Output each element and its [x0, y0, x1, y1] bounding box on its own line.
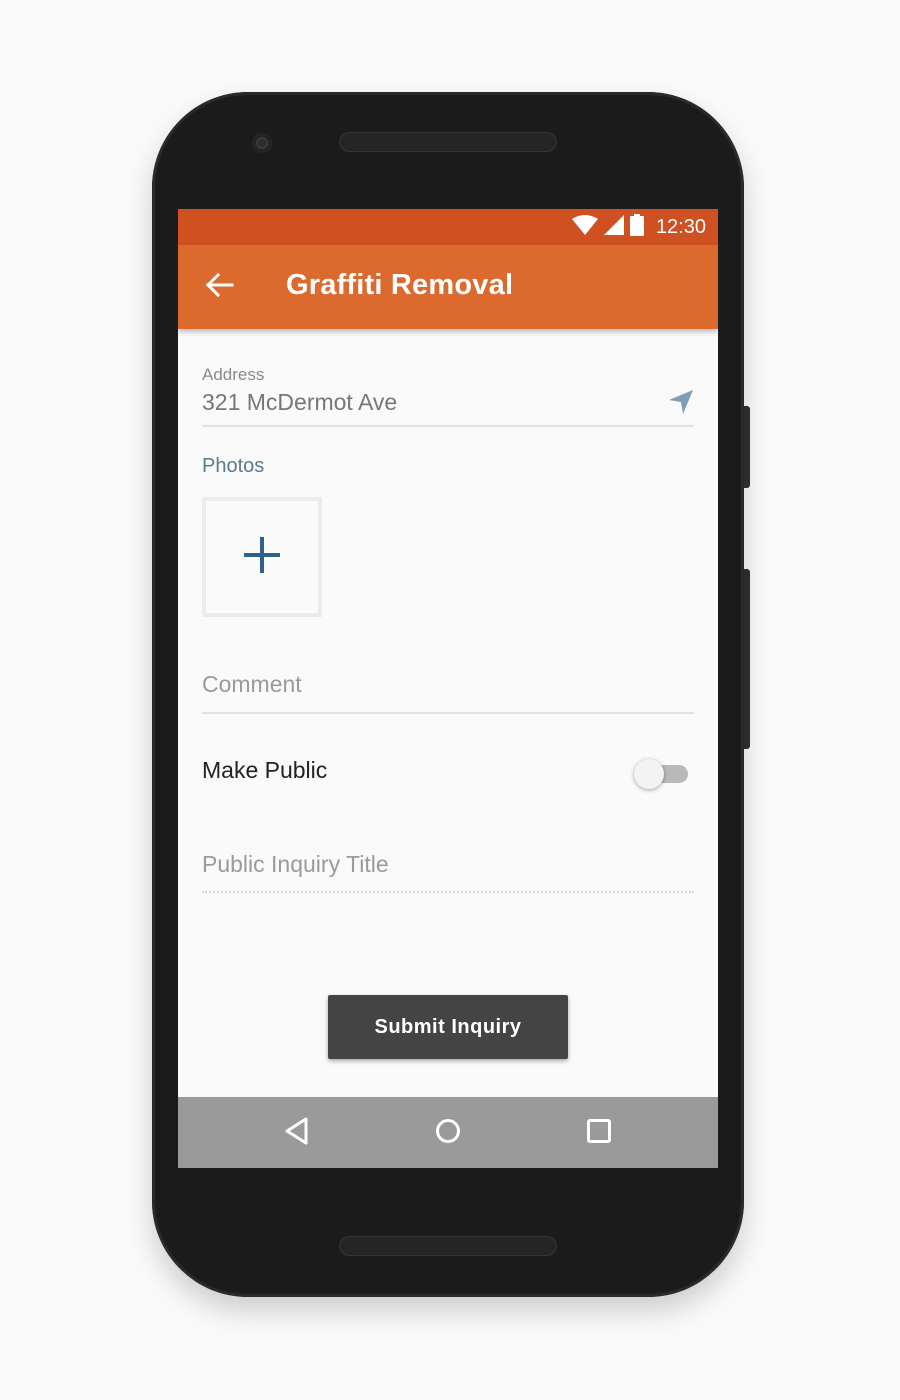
- app-screen: 12:30 Graffiti Removal Address 321 McDer…: [178, 209, 718, 1168]
- system-nav-bar: [178, 1097, 718, 1168]
- back-button[interactable]: [200, 267, 240, 307]
- volume-button: [744, 569, 750, 749]
- bottom-speaker: [339, 1236, 557, 1256]
- status-bar: 12:30: [178, 209, 718, 245]
- arrow-left-icon: [205, 272, 234, 302]
- front-camera: [252, 133, 272, 153]
- make-public-label: Make Public: [202, 757, 328, 783]
- toggle-thumb: [634, 759, 664, 789]
- plus-icon: [242, 535, 282, 580]
- comment-input[interactable]: [202, 671, 682, 698]
- address-field[interactable]: 321 McDermot Ave: [202, 389, 397, 416]
- home-circle-icon: [435, 1118, 461, 1149]
- make-public-toggle[interactable]: [634, 757, 690, 789]
- recents-square-icon: [586, 1118, 612, 1149]
- navigation-arrow-icon[interactable]: [668, 389, 694, 415]
- nav-back-button[interactable]: [279, 1115, 315, 1151]
- back-triangle-icon: [284, 1117, 310, 1150]
- page-title: Graffiti Removal: [286, 269, 514, 301]
- wifi-icon: [571, 214, 598, 240]
- power-button: [744, 406, 750, 488]
- cell-signal-icon: [603, 214, 624, 240]
- address-label: Address: [202, 365, 265, 384]
- battery-icon: [629, 213, 644, 241]
- app-toolbar: Graffiti Removal: [178, 245, 718, 329]
- address-underline: [202, 425, 694, 427]
- public-inquiry-title-input[interactable]: [202, 851, 682, 878]
- top-speaker: [339, 132, 557, 152]
- nav-recents-button[interactable]: [581, 1115, 617, 1151]
- comment-underline: [202, 712, 694, 714]
- add-photo-button[interactable]: [202, 497, 322, 617]
- nav-home-button[interactable]: [430, 1115, 466, 1151]
- public-title-underline: [202, 891, 694, 893]
- status-icons: 12:30: [571, 209, 706, 245]
- status-clock: 12:30: [655, 215, 706, 238]
- photos-label: Photos: [202, 455, 265, 477]
- submit-inquiry-button[interactable]: Submit Inquiry: [328, 995, 568, 1059]
